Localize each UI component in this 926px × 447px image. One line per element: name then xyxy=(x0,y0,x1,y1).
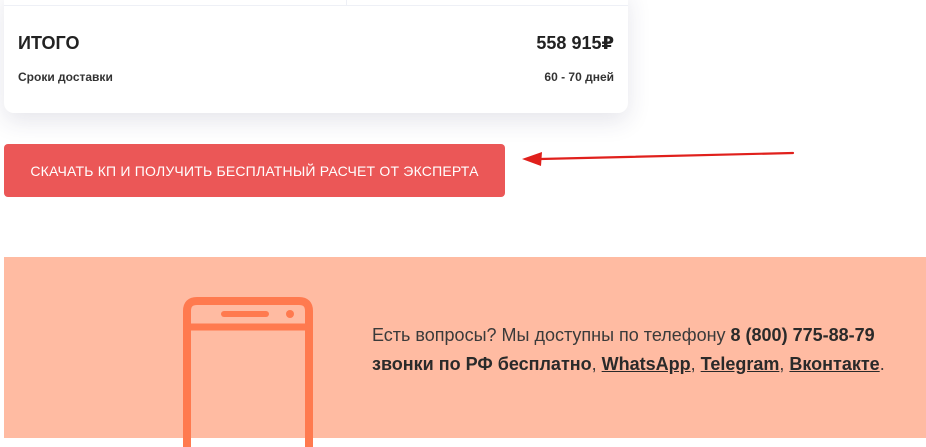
free-calls-note: звонки по РФ бесплатно xyxy=(372,354,592,374)
phone-number[interactable]: 8 (800) 775-88-79 xyxy=(731,325,875,345)
vkontakte-link[interactable]: Вконтакте xyxy=(789,354,879,374)
smartphone-icon xyxy=(183,297,313,447)
delivery-time-label: Сроки доставки xyxy=(18,70,113,84)
telegram-link[interactable]: Telegram xyxy=(701,354,780,374)
card-column-divider xyxy=(346,0,347,6)
card-top-divider xyxy=(4,5,628,6)
contact-text: Есть вопросы? Мы доступны по телефону 8 … xyxy=(372,321,922,379)
separator-comma: , xyxy=(690,354,701,374)
download-offer-button[interactable]: СКАЧАТЬ КП И ПОЛУЧИТЬ БЕСПЛАТНЫЙ РАСЧЕТ … xyxy=(4,144,505,197)
contact-intro: Есть вопросы? Мы доступны по телефону xyxy=(372,325,731,345)
separator-comma: , xyxy=(779,354,790,374)
contact-banner: Есть вопросы? Мы доступны по телефону 8 … xyxy=(4,257,926,447)
sentence-end: . xyxy=(879,354,885,374)
delivery-time-value: 60 - 70 дней xyxy=(544,70,614,84)
total-value: 558 915₽ xyxy=(536,33,614,53)
separator-comma: , xyxy=(591,354,602,374)
whatsapp-link[interactable]: WhatsApp xyxy=(602,354,691,374)
total-label: ИТОГО xyxy=(18,33,80,53)
order-summary-card: ИТОГО 558 915₽ Сроки доставки 60 - 70 дн… xyxy=(4,0,628,113)
